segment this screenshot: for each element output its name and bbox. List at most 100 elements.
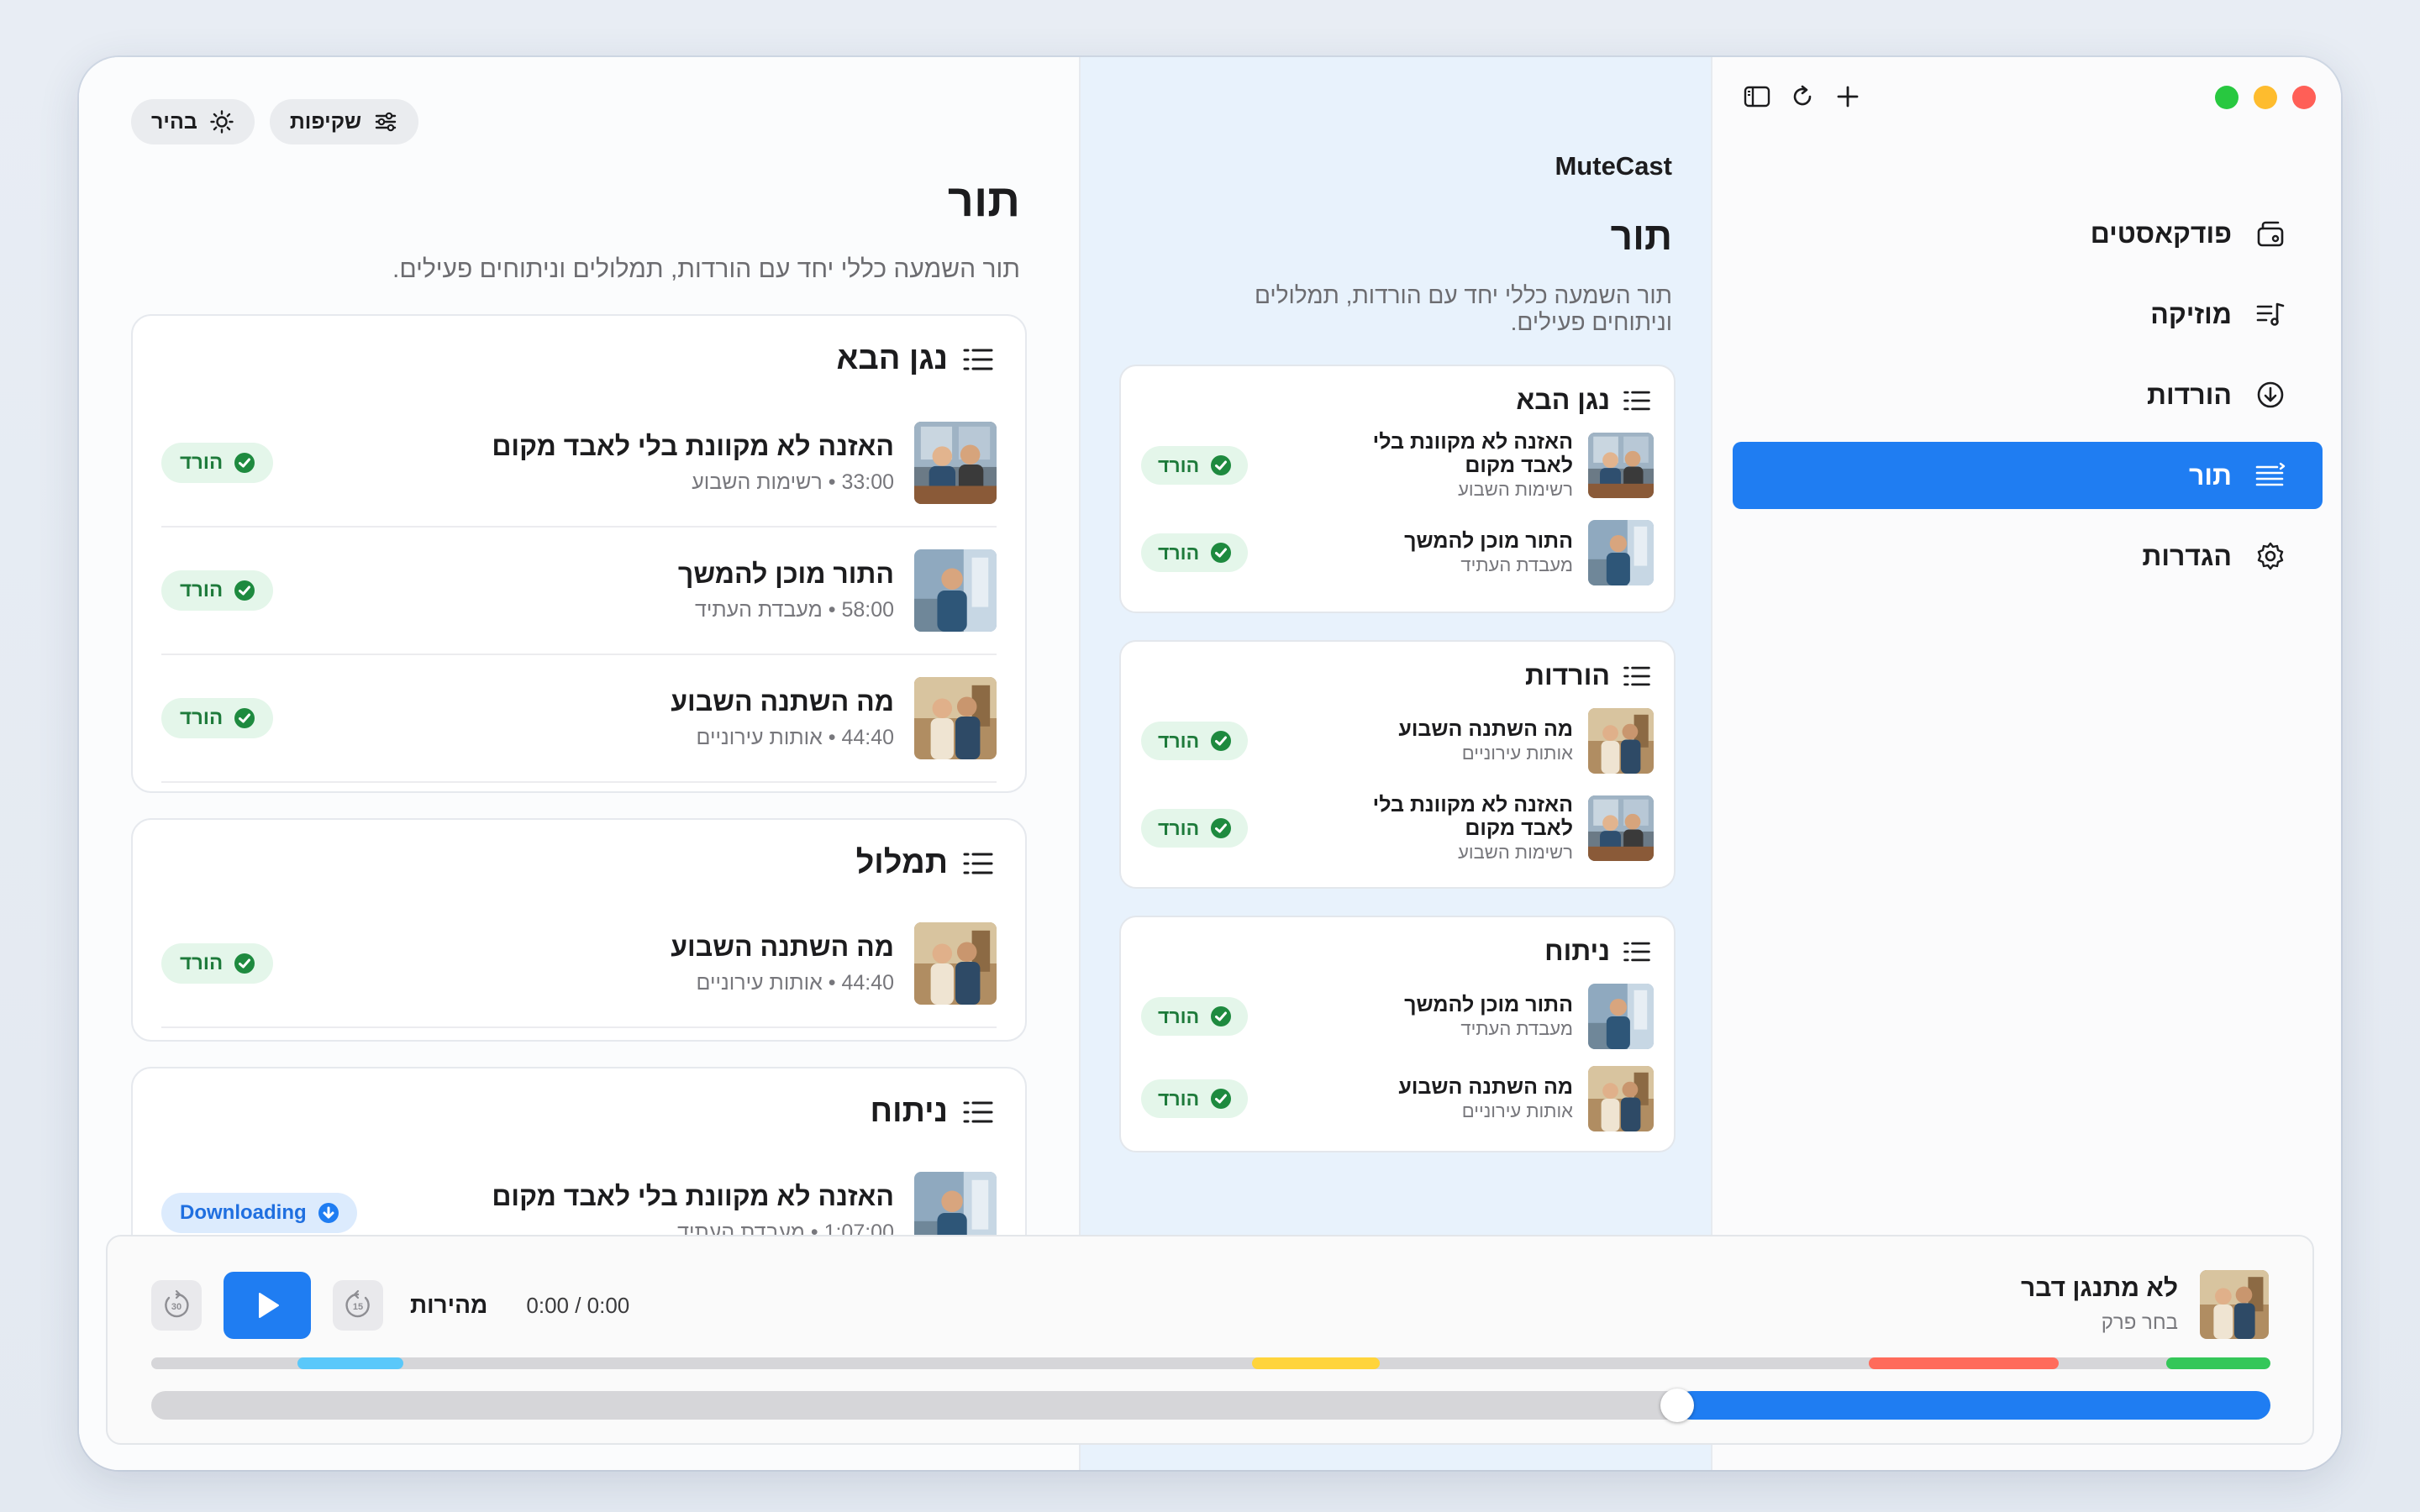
sidebar-item-settings[interactable]: הגדרות [1733, 522, 2323, 590]
list-item[interactable]: מה השתנה השבוע אותות עירוניים הורד [1141, 1063, 1654, 1134]
list-icon [1622, 661, 1652, 691]
refresh-icon [1793, 85, 1812, 106]
episode-title: האזנה לא מקוונת בלי לאבד מקום [492, 431, 894, 461]
sidebar-tools [1743, 82, 1862, 111]
status-badge-label: הורד [180, 579, 224, 601]
sidebar-item-podcasts[interactable]: פודקאסטים [1733, 200, 2323, 267]
episode-artwork [1588, 433, 1654, 498]
table-row[interactable]: מה השתנה השבוע 44:40 • אותות עירוניים הור… [161, 655, 997, 783]
status-badge: הורד [1141, 809, 1249, 848]
chapter-marker[interactable] [1869, 1357, 2059, 1369]
list-item[interactable]: האזנה לא מקוונת בלי לאבד מקום רשימות השבו… [1141, 793, 1654, 864]
status-badge-label: הורד [1158, 454, 1200, 476]
card-header: הורדות [1525, 660, 1652, 691]
status-badge: הורד [1141, 533, 1249, 572]
check-icon [234, 953, 255, 974]
episode-subtitle: 44:40 • אותות עירוניים [696, 726, 894, 749]
episode-subtitle: מעבדת העתיד [1460, 554, 1573, 575]
skip-forward-amount: 15 [353, 1302, 363, 1312]
downloading-badge: Downloading [161, 1193, 357, 1233]
download-circle-icon [2257, 381, 2284, 408]
toggle-sidebar-button[interactable] [1743, 82, 1771, 111]
table-row[interactable]: האזנה לא מקוונת בלי לאבד מקום 33:00 • רשי… [161, 400, 997, 528]
close-window-button[interactable] [2292, 86, 2316, 109]
status-badge: הורד [161, 443, 274, 483]
play-button[interactable] [224, 1272, 311, 1339]
progress-fill [1676, 1391, 2270, 1420]
card-header: ניתוח [1544, 936, 1652, 967]
list-item[interactable]: האזנה לא מקוונת בלי לאבד מקום רשימות השבו… [1141, 430, 1654, 501]
episode-subtitle: מעבדת העתיד [1460, 1018, 1573, 1039]
table-row[interactable]: מה השתנה השבוע 44:40 • אותות עירוניים הור… [161, 900, 997, 1028]
refresh-button[interactable] [1788, 82, 1817, 111]
episode-subtitle: רשימות השבוע [1458, 842, 1573, 863]
episode-title: האזנה לא מקוונת בלי לאבד מקום [492, 1181, 894, 1211]
music-icon [2256, 302, 2285, 326]
episode-subtitle: 58:00 • מעבדת העתיד [695, 598, 894, 622]
chapter-marker[interactable] [2166, 1357, 2270, 1369]
sidebar-item-downloads[interactable]: הורדות [1733, 361, 2323, 428]
app-brand: MuteCast [1555, 151, 1672, 181]
up-next-summary-card: נגן הבא האזנה לא מקוונת בלי לאבד מקום רשי… [1119, 365, 1676, 613]
skip-back-30-icon: 30 [165, 1289, 189, 1318]
episode-artwork [1588, 1066, 1654, 1131]
status-badge-label: הורד [1158, 816, 1200, 839]
sliders-icon [375, 112, 397, 132]
table-row[interactable]: התור מוכן להמשך 58:00 • מעבדת העתיד הורד [161, 528, 997, 655]
episode-artwork [914, 922, 997, 1005]
chapter-marker[interactable] [1252, 1357, 1380, 1369]
chapter-markers [151, 1357, 2270, 1369]
check-icon [234, 708, 255, 728]
card-title: נגן הבא [836, 341, 948, 376]
episode-artwork [1588, 984, 1654, 1049]
analysis-summary-card: ניתוח התור מוכן להמשך מעבדת העתיד הורד מה… [1119, 916, 1676, 1152]
progress-slider[interactable] [151, 1389, 2270, 1422]
list-icon [961, 1095, 995, 1129]
list-icon [961, 847, 995, 880]
minimize-window-button[interactable] [2254, 86, 2277, 109]
status-badge: הורד [161, 943, 274, 984]
list-item[interactable]: התור מוכן להמשך מעבדת העתיד הורד [1141, 517, 1654, 588]
gear-icon [2257, 542, 2284, 570]
episode-subtitle: אותות עירוניים [1461, 743, 1573, 764]
episode-title: מה השתנה השבוע [1398, 717, 1573, 741]
card-header: תמלול [856, 845, 995, 881]
skip-back-amount: 30 [171, 1302, 182, 1312]
list-icon [1622, 386, 1652, 416]
speed-button[interactable]: מהירות [410, 1292, 487, 1319]
skip-back-button[interactable]: 30 [151, 1280, 202, 1331]
add-button[interactable] [1833, 82, 1862, 111]
progress-knob[interactable] [1660, 1389, 1694, 1422]
now-playing-subtitle: בחר פרק [2101, 1311, 2178, 1334]
card-title: ניתוח [1544, 936, 1610, 966]
now-playing[interactable]: לא מתנגן דבר בחר פרק [2021, 1270, 2269, 1339]
transparency-chip[interactable]: שקיפות [269, 99, 419, 144]
skip-forward-button[interactable]: 15 [333, 1280, 383, 1331]
zoom-window-button[interactable] [2215, 86, 2238, 109]
episode-title: האזנה לא מקוונת בלי לאבד מקום [1372, 793, 1573, 840]
card-title: תמלול [855, 845, 948, 880]
chapter-marker[interactable] [297, 1357, 403, 1369]
episode-title: התור מוכן להמשך [677, 559, 894, 589]
list-item[interactable]: מה השתנה השבוע אותות עירוניים הורד [1141, 706, 1654, 776]
sidebar-nav: פודקאסטים מוזיקה הורדות תור הגדרות [1733, 200, 2323, 603]
check-icon [1211, 455, 1232, 475]
check-icon [234, 453, 255, 473]
theme-chip-label: בהיר [151, 109, 197, 134]
check-icon [234, 580, 255, 601]
theme-chip[interactable]: בהיר [131, 99, 255, 144]
status-badge: הורד [1141, 1079, 1249, 1118]
playback-time: 0:00 / 0:00 [526, 1292, 630, 1318]
list-icon [1622, 937, 1652, 967]
card-header: נגן הבא [1516, 385, 1652, 416]
sidebar-item-queue[interactable]: תור [1733, 442, 2323, 509]
episode-artwork [1588, 708, 1654, 774]
page-description: תור השמעה כללי יחד עם הורדות, תמלולים ונ… [392, 255, 1020, 283]
episode-title: מה השתנה השבוע [1398, 1075, 1573, 1099]
window-controls [2215, 86, 2316, 109]
list-item[interactable]: התור מוכן להמשך מעבדת העתיד הורד [1141, 981, 1654, 1052]
status-badge-label: הורד [180, 451, 224, 474]
toolbar-chips: שקיפות בהיר [131, 99, 419, 144]
sidebar-item-music[interactable]: מוזיקה [1733, 281, 2323, 348]
download-arrow-icon [318, 1203, 339, 1223]
